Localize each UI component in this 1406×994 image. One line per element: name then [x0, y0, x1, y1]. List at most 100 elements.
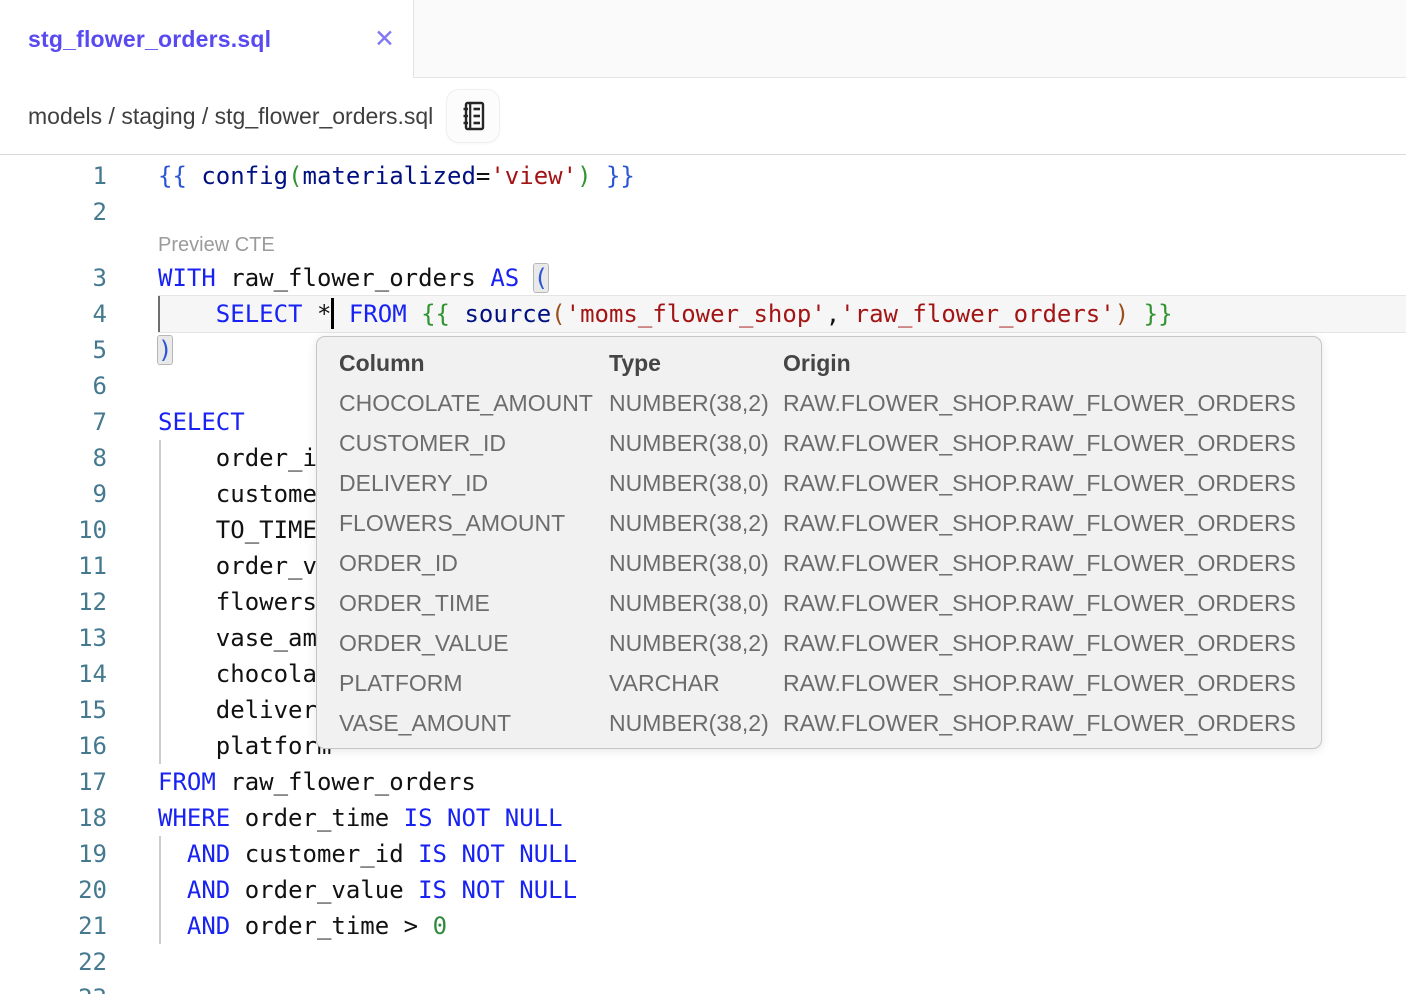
code-lens-preview-cte[interactable]: Preview CTE: [158, 230, 275, 260]
code-line-2[interactable]: [158, 194, 1406, 230]
code-token: (: [288, 162, 302, 190]
code-token: [158, 876, 187, 904]
popup-header-column: Column: [339, 343, 609, 383]
code-token: 0: [433, 912, 447, 940]
code-token: }}: [592, 162, 635, 190]
tab-bar: stg_flower_orders.sql ✕: [0, 0, 1406, 78]
popup-cell: VASE_AMOUNT: [339, 703, 609, 743]
code-token: }}: [1129, 300, 1172, 328]
popup-cell: RAW.FLOWER_SHOP.RAW_FLOWER_ORDERS: [783, 423, 1321, 463]
code-token: ): [577, 162, 591, 190]
code-token: IS NOT NULL: [418, 876, 577, 904]
code-token: SELECT: [216, 300, 303, 328]
code-token: order_i: [158, 444, 317, 472]
code-editor[interactable]: 1234567891011121314151617181920212223 {{…: [0, 156, 1406, 994]
popup-cell: DELIVERY_ID: [339, 463, 609, 503]
code-token: FROM: [158, 768, 216, 796]
popup-cell: ORDER_TIME: [339, 583, 609, 623]
code-token: (: [551, 300, 565, 328]
code-token: 'moms_flower_shop': [566, 300, 826, 328]
line-number-4: 4: [0, 296, 107, 332]
code-line-22[interactable]: [158, 944, 1406, 980]
popup-cell: RAW.FLOWER_SHOP.RAW_FLOWER_ORDERS: [783, 623, 1321, 663]
code-token: 'raw_flower_orders': [840, 300, 1115, 328]
code-token: [334, 300, 348, 328]
code-token: vase_am: [158, 624, 317, 652]
code-token: order_value: [230, 876, 418, 904]
code-line-19[interactable]: AND customer_id IS NOT NULL: [158, 836, 1406, 872]
code-token: platform: [158, 732, 331, 760]
popup-header-type: Type: [609, 343, 783, 383]
code-token: ): [158, 336, 172, 364]
line-number-3: 3: [0, 260, 107, 296]
popup-cell: RAW.FLOWER_SHOP.RAW_FLOWER_ORDERS: [783, 703, 1321, 743]
code-token: custome: [158, 480, 317, 508]
close-icon[interactable]: ✕: [374, 27, 395, 52]
code-line-3[interactable]: WITH raw_flower_orders AS (: [158, 260, 1406, 296]
line-number-7: 7: [0, 404, 107, 440]
code-token: chocola: [158, 660, 317, 688]
code-token: AND: [187, 840, 230, 868]
code-line-17[interactable]: FROM raw_flower_orders: [158, 764, 1406, 800]
code-token: [158, 840, 187, 868]
line-number-19: 19: [0, 836, 107, 872]
popup-cell: FLOWERS_AMOUNT: [339, 503, 609, 543]
code-token: FROM: [349, 300, 407, 328]
code-token: [407, 300, 421, 328]
ide-window: stg_flower_orders.sql ✕ models / staging…: [0, 0, 1406, 994]
file-actions-button[interactable]: [447, 90, 499, 142]
code-token: [519, 264, 533, 292]
code-line-20[interactable]: AND order_value IS NOT NULL: [158, 872, 1406, 908]
popup-cell: NUMBER(38,2): [609, 623, 783, 663]
popup-cell: RAW.FLOWER_SHOP.RAW_FLOWER_ORDERS: [783, 663, 1321, 703]
popup-cell: NUMBER(38,0): [609, 463, 783, 503]
line-number-10: 10: [0, 512, 107, 548]
tab-bar-empty-space: [413, 0, 1406, 78]
code-token: customer_id: [230, 840, 418, 868]
popup-cell: RAW.FLOWER_SHOP.RAW_FLOWER_ORDERS: [783, 383, 1321, 423]
code-token: ): [1115, 300, 1129, 328]
code-line-18[interactable]: WHERE order_time IS NOT NULL: [158, 800, 1406, 836]
popup-header-origin: Origin: [783, 343, 1321, 383]
popup-cell: CHOCOLATE_AMOUNT: [339, 383, 609, 423]
line-number-15: 15: [0, 692, 107, 728]
code-line-21[interactable]: AND order_time > 0: [158, 908, 1406, 944]
popup-cell: ORDER_ID: [339, 543, 609, 583]
code-token: source: [464, 300, 551, 328]
code-token: WITH: [158, 264, 216, 292]
tab-stg-flower-orders[interactable]: stg_flower_orders.sql ✕: [0, 0, 413, 78]
line-number-17: 17: [0, 764, 107, 800]
popup-cell: CUSTOMER_ID: [339, 423, 609, 463]
indent-guide: [159, 440, 161, 764]
code-token: config: [201, 162, 288, 190]
code-token: (: [534, 264, 548, 292]
line-number-22: 22: [0, 944, 107, 980]
notebook-icon: [458, 99, 488, 133]
code-token: AND: [187, 912, 230, 940]
popup-cell: RAW.FLOWER_SHOP.RAW_FLOWER_ORDERS: [783, 543, 1321, 583]
indent-guide: [159, 836, 161, 944]
code-token: *: [303, 300, 332, 328]
code-line-1[interactable]: {{ config(materialized='view') }}: [158, 158, 1406, 194]
popup-cell: PLATFORM: [339, 663, 609, 703]
line-number-13: 13: [0, 620, 107, 656]
line-number-9: 9: [0, 476, 107, 512]
code-token: TO_TIME: [158, 516, 317, 544]
popup-cell: RAW.FLOWER_SHOP.RAW_FLOWER_ORDERS: [783, 583, 1321, 623]
popup-cell: RAW.FLOWER_SHOP.RAW_FLOWER_ORDERS: [783, 463, 1321, 503]
code-token: materialized: [303, 162, 476, 190]
code-token: IS NOT NULL: [404, 804, 563, 832]
line-number-11: 11: [0, 548, 107, 584]
line-number-6: 6: [0, 368, 107, 404]
active-indent-guide: [158, 296, 160, 332]
code-line-4[interactable]: SELECT * FROM {{ source('moms_flower_sho…: [158, 295, 1406, 333]
line-number-2: 2: [0, 194, 107, 230]
code-token: SELECT: [158, 408, 245, 436]
code-token: raw_flower_orders: [216, 768, 476, 796]
code-line-23[interactable]: [158, 980, 1406, 994]
code-token: deliver: [158, 696, 317, 724]
line-number-23: 23: [0, 980, 107, 994]
column-info-popup: ColumnTypeOriginCHOCOLATE_AMOUNTNUMBER(3…: [316, 336, 1322, 749]
breadcrumb-row: models / staging / stg_flower_orders.sql: [0, 78, 1406, 155]
line-number-18: 18: [0, 800, 107, 836]
